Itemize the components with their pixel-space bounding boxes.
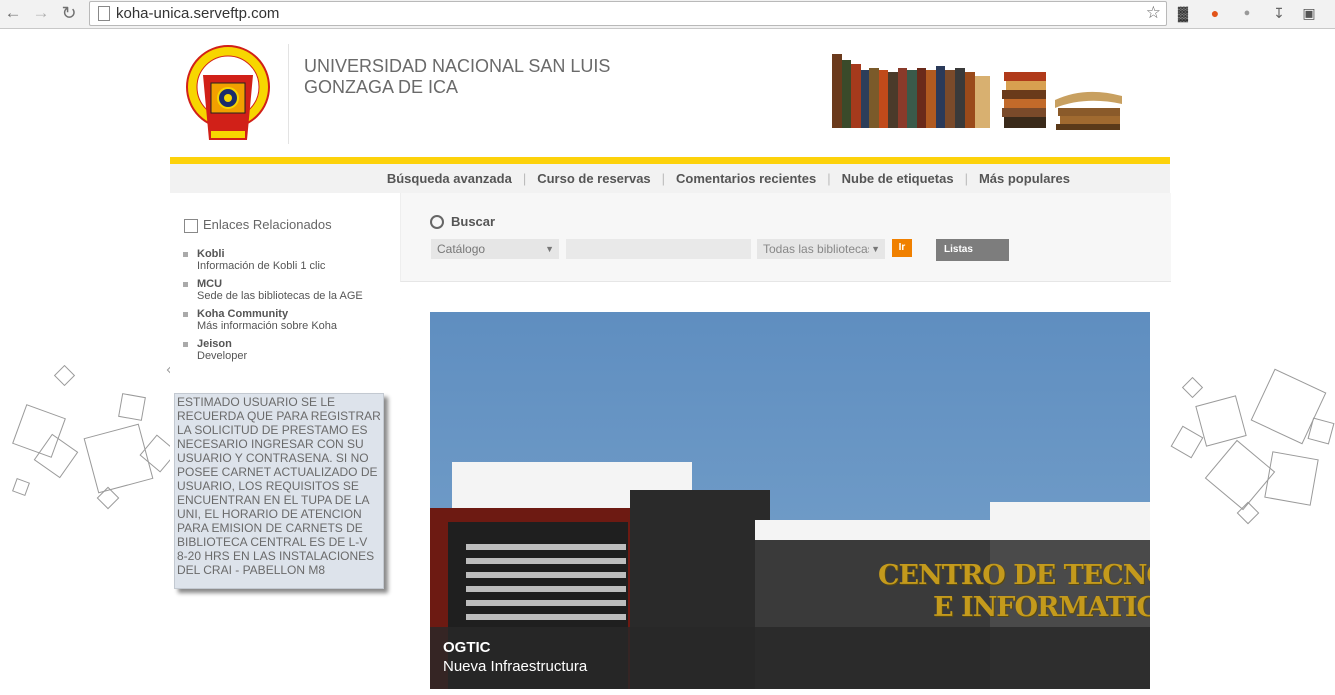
slider-caption-title: OGTIC bbox=[443, 639, 491, 656]
url-text[interactable]: koha-unica.serveftp.com bbox=[116, 5, 279, 22]
bullet-icon bbox=[183, 251, 188, 257]
search-panel: Buscar Catálogo ▼ Todas las bibliotecas … bbox=[400, 193, 1171, 282]
nav-separator: | bbox=[827, 171, 831, 186]
bullet-icon bbox=[183, 341, 188, 347]
related-link-desc: Más información sobre Koha bbox=[197, 320, 338, 332]
top-navigation: Búsqueda avanzada | Curso de reservas | … bbox=[170, 164, 1170, 193]
search-scope-select[interactable]: Catálogo ▼ bbox=[431, 239, 559, 259]
related-links-title: Enlaces Relacionados bbox=[203, 217, 332, 232]
chevron-down-icon: ▼ bbox=[869, 239, 880, 259]
chevron-down-icon: ▼ bbox=[545, 244, 554, 254]
slider-caption: OGTIC Nueva Infraestructura bbox=[430, 627, 1150, 689]
nav-separator: | bbox=[964, 171, 968, 186]
nav-advanced-search[interactable]: Búsqueda avanzada bbox=[387, 171, 512, 186]
layout-extension-icon[interactable]: ▣ bbox=[1300, 4, 1318, 22]
search-input[interactable] bbox=[566, 239, 751, 259]
page-icon bbox=[98, 6, 110, 21]
building-sign-line2: E INFORMATICA bbox=[933, 592, 1150, 623]
university-logo bbox=[186, 45, 270, 140]
lists-button[interactable]: Listas bbox=[936, 239, 1009, 261]
building-sign: CENTRO DE TECNOLO E INFORMATICA bbox=[878, 560, 1150, 624]
search-label: Buscar bbox=[451, 214, 496, 229]
related-link-desc: Developer bbox=[197, 350, 248, 362]
nav-separator: | bbox=[661, 171, 666, 186]
piano-extension-icon[interactable]: ▓ bbox=[1174, 4, 1192, 22]
site-title-line1: UNIVERSIDAD NACIONAL SAN LUIS bbox=[304, 56, 611, 76]
browser-toolbar: ← → ↻ koha-unica.serveftp.com ☆ ▓ ● ● ↧ … bbox=[0, 0, 1335, 29]
related-link-title[interactable]: Kobli bbox=[197, 248, 225, 260]
bookmark-star-icon[interactable]: ☆ bbox=[1146, 3, 1161, 23]
site-title-line2: GONZAGA DE ICA bbox=[304, 77, 459, 97]
bullet-icon bbox=[183, 281, 188, 287]
header-divider bbox=[288, 44, 289, 144]
building-sign-line1: CENTRO DE TECNOLO bbox=[878, 560, 1150, 591]
back-arrow-icon[interactable]: ← bbox=[3, 3, 23, 23]
nav-tag-cloud[interactable]: Nube de etiquetas bbox=[842, 171, 954, 186]
nav-course-reserves[interactable]: Curso de reservas bbox=[537, 171, 650, 186]
related-links-icon bbox=[184, 219, 198, 233]
sidebar: Enlaces Relacionados Kobli Información d… bbox=[170, 193, 400, 695]
related-link-title[interactable]: Koha Community bbox=[197, 308, 288, 320]
related-link-desc: Información de Kobli 1 clic bbox=[197, 260, 326, 272]
forward-arrow-icon[interactable]: → bbox=[31, 3, 51, 23]
search-icon bbox=[430, 215, 444, 229]
library-select-value: Todas las bibliotecas bbox=[763, 242, 874, 256]
related-link-title[interactable]: MCU bbox=[197, 278, 222, 290]
slider-caption-subtitle: Nueva Infraestructura bbox=[443, 658, 588, 675]
related-link-koha-community[interactable]: Koha Community Más información sobre Koh… bbox=[183, 308, 337, 332]
related-link-jeison[interactable]: Jeison Developer bbox=[183, 338, 247, 362]
header-accent-bar bbox=[170, 157, 1170, 164]
search-go-button[interactable]: Ir bbox=[892, 239, 912, 257]
news-slider[interactable]: CENTRO DE TECNOLO E INFORMATICA OGTIC Nu… bbox=[430, 312, 1150, 689]
nav-recent-comments[interactable]: Comentarios recientes bbox=[676, 171, 816, 186]
related-link-title[interactable]: Jeison bbox=[197, 338, 232, 350]
search-scope-value: Catálogo bbox=[437, 242, 486, 256]
download-extension-icon[interactable]: ↧ bbox=[1270, 4, 1288, 22]
loan-notice-box: ESTIMADO USUARIO SE LE RECUERDA QUE PARA… bbox=[174, 393, 384, 589]
fire-extension-icon[interactable]: ● bbox=[1206, 4, 1224, 22]
books-banner-image bbox=[832, 54, 1122, 130]
address-bar[interactable]: koha-unica.serveftp.com ☆ bbox=[89, 1, 1167, 26]
related-link-desc: Sede de las bibliotecas de la AGE bbox=[197, 290, 363, 302]
dot-extension-icon[interactable]: ● bbox=[1238, 4, 1256, 22]
bullet-icon bbox=[183, 311, 188, 317]
reload-icon[interactable]: ↻ bbox=[59, 3, 79, 23]
related-link-mcu[interactable]: MCU Sede de las bibliotecas de la AGE bbox=[183, 278, 363, 302]
site-title: UNIVERSIDAD NACIONAL SAN LUIS GONZAGA DE… bbox=[304, 56, 664, 98]
nav-most-popular[interactable]: Más populares bbox=[979, 171, 1070, 186]
nav-separator: | bbox=[522, 171, 527, 186]
library-select[interactable]: Todas las bibliotecas ▼ bbox=[757, 239, 885, 259]
related-link-kobli[interactable]: Kobli Información de Kobli 1 clic bbox=[183, 248, 325, 272]
